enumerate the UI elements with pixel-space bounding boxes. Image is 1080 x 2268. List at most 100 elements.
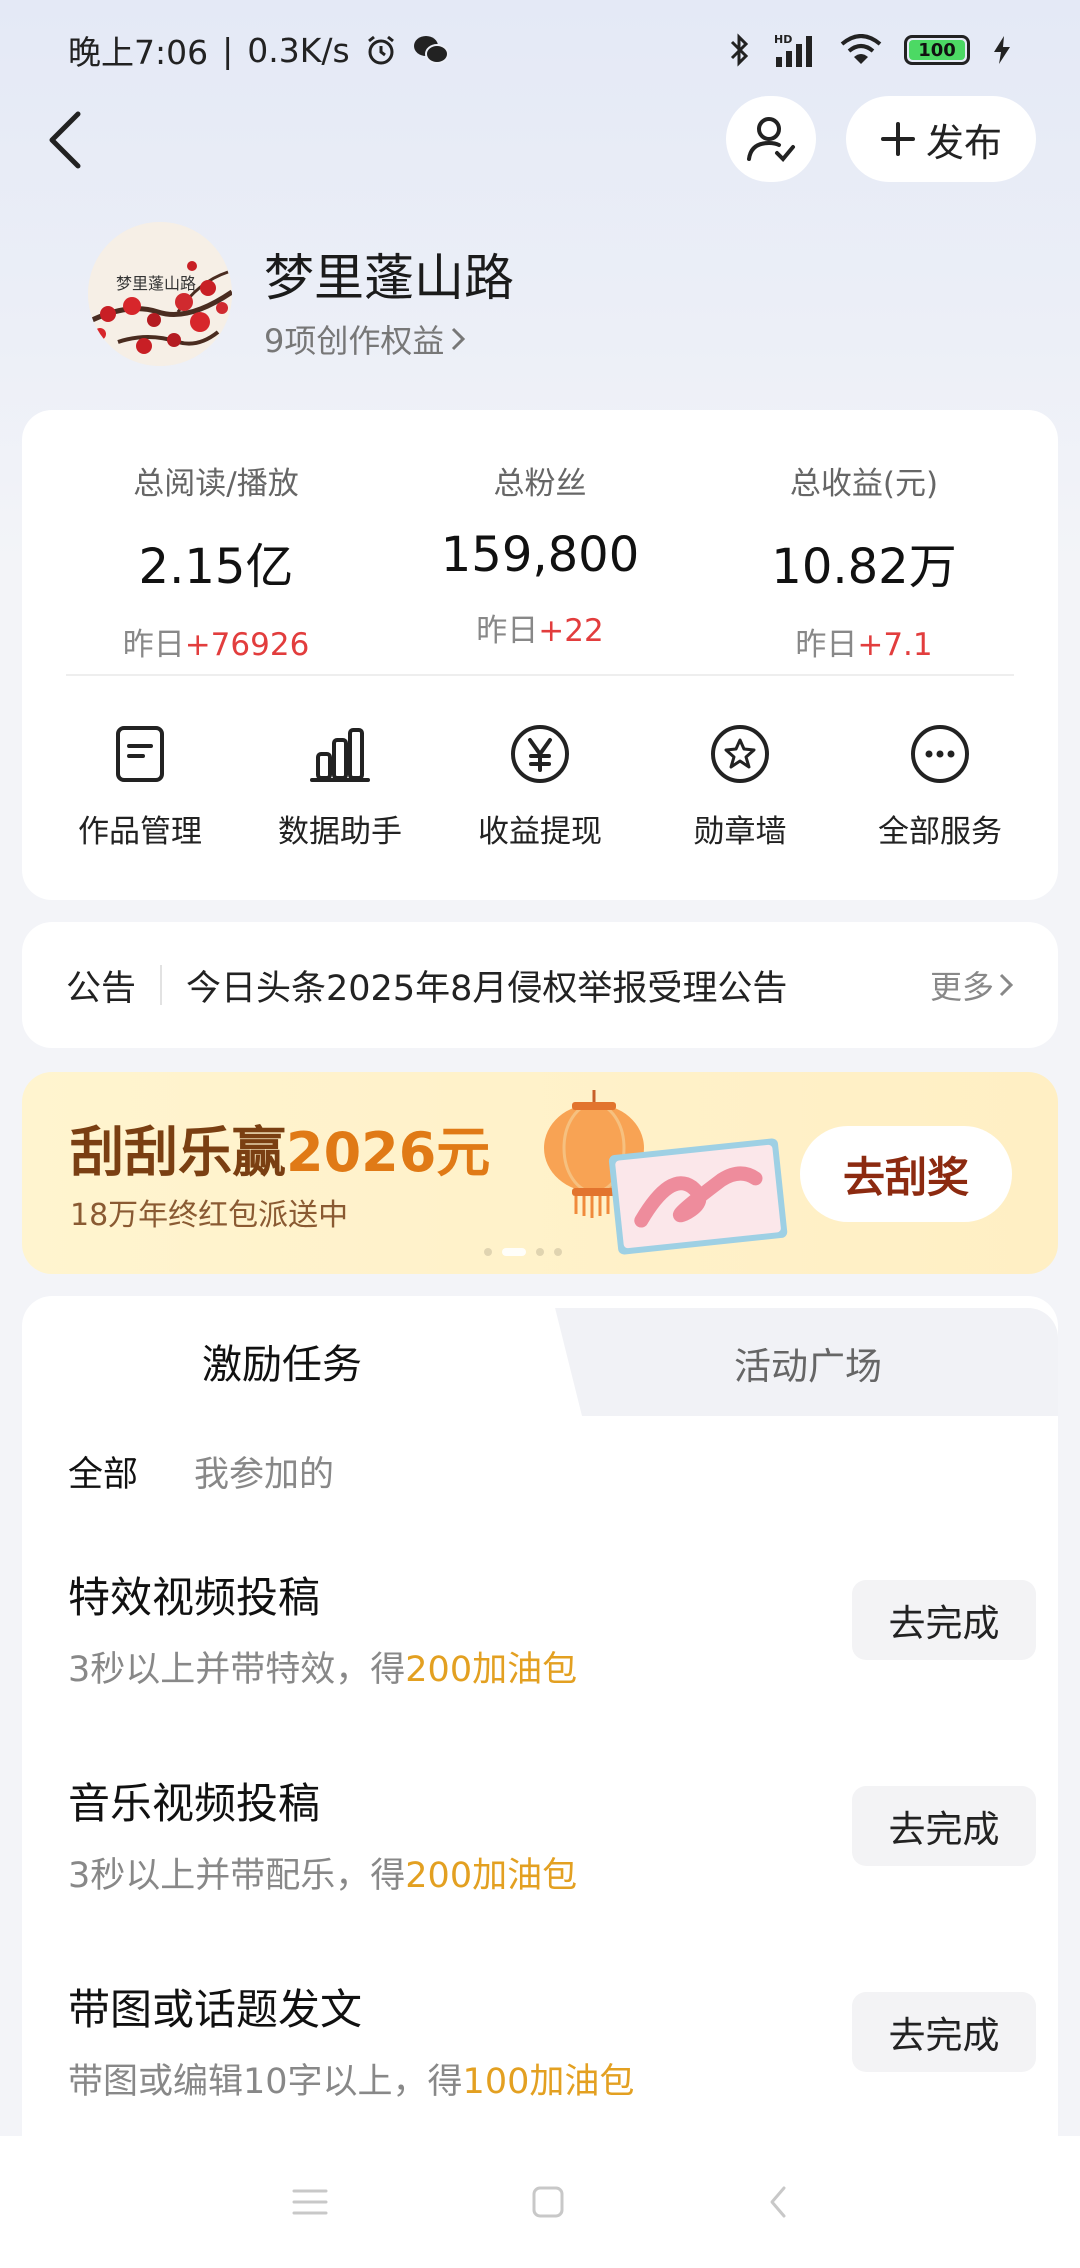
profile-button[interactable] <box>726 96 816 182</box>
stat-delta: 昨日+22 <box>390 605 690 650</box>
stat-value: 159,800 <box>440 527 640 583</box>
back-icon[interactable] <box>766 2184 790 2220</box>
battery-level: 100 <box>909 40 965 61</box>
signal-icon: HD <box>774 33 812 67</box>
yuan-icon <box>511 725 569 783</box>
battery-icon: 100 <box>904 35 970 65</box>
task-item: 带图或话题发文 带图或编辑10字以上，得100加油包 去完成 <box>68 1976 1036 2116</box>
task-complete-button[interactable]: 去完成 <box>852 1992 1036 2072</box>
stat-delta-prefix: 昨日 <box>122 627 185 663</box>
tab-incentive-tasks[interactable]: 激励任务 <box>202 1332 362 1390</box>
service-medal-wall[interactable]: 勋章墙 <box>640 722 840 851</box>
back-button[interactable] <box>42 110 92 170</box>
announcement-bar[interactable]: 公告 今日头条2025年8月侵权举报受理公告 更多 <box>22 922 1058 1048</box>
banner-subtitle: 18万年终红包派送中 <box>70 1198 349 1233</box>
stat-label: 总收益(元) <box>789 466 939 502</box>
publish-button[interactable]: 发布 <box>846 96 1036 182</box>
stat-label: 总粉丝 <box>493 466 587 502</box>
filter-all[interactable]: 全部 <box>68 1446 138 1497</box>
divider <box>160 965 163 1005</box>
announcement-tag: 公告 <box>66 968 137 1009</box>
service-all-services[interactable]: 全部服务 <box>840 722 1040 851</box>
task-item: 音乐视频投稿 3秒以上并带配乐，得200加油包 去完成 <box>68 1770 1036 1910</box>
stat-label: 总阅读/播放 <box>133 466 299 502</box>
username: 梦里蓬山路 <box>264 249 514 307</box>
back-arrow-icon <box>49 111 81 169</box>
divider <box>66 674 1014 676</box>
task-desc-text: 带图或编辑10字以上，得 <box>68 2062 463 2102</box>
service-label: 作品管理 <box>78 814 202 850</box>
benefits-label: 9项创作权益 <box>264 322 445 360</box>
chevron-right-icon <box>999 973 1014 997</box>
task-reward: 100加油包 <box>462 2062 635 2102</box>
creator-benefits-link[interactable]: 9项创作权益 <box>264 316 466 362</box>
plus-icon <box>880 122 915 156</box>
task-complete-button[interactable]: 去完成 <box>852 1580 1036 1660</box>
filter-joined[interactable]: 我参加的 <box>194 1446 334 1497</box>
stat-delta: 昨日+7.1 <box>714 619 1014 664</box>
stat-delta-value: +76926 <box>184 627 310 663</box>
lantern-scratch-card-illustration <box>544 1090 788 1255</box>
service-label: 数据助手 <box>278 814 402 850</box>
home-icon[interactable] <box>530 2184 566 2220</box>
stat-delta-prefix: 昨日 <box>795 627 858 663</box>
stat-value: 10.82万 <box>771 539 957 595</box>
carousel-dot <box>484 1248 492 1256</box>
more-label: 更多 <box>929 968 994 1006</box>
status-time: 晚上7:06 <box>68 33 209 72</box>
task-desc-text: 3秒以上并带特效，得 <box>68 1650 406 1690</box>
document-icon <box>116 726 164 782</box>
service-label: 勋章墙 <box>693 814 787 850</box>
charging-icon <box>994 36 1010 64</box>
stats-card: 总阅读/播放 2.15亿 昨日+76926 总粉丝 159,800 昨日+22 … <box>22 410 1058 900</box>
avatar-text: 梦里蓬山路 <box>116 274 197 293</box>
plum-blossom-avatar <box>88 222 232 366</box>
carousel-indicator <box>484 1248 562 1256</box>
tasks-card: 激励任务 活动广场 全部 我参加的 特效视频投稿 3秒以上并带特效，得200加油… <box>22 1296 1058 2176</box>
svg-text:HD: HD <box>774 33 792 46</box>
carousel-dot-active <box>502 1248 526 1256</box>
stat-total-reads[interactable]: 总阅读/播放 2.15亿 昨日+76926 <box>66 458 366 664</box>
service-works-management[interactable]: 作品管理 <box>40 722 240 851</box>
stat-total-fans[interactable]: 总粉丝 159,800 昨日+22 <box>390 458 690 650</box>
tab-activity-plaza[interactable]: 活动广场 <box>734 1336 882 1390</box>
carousel-dot <box>536 1248 544 1256</box>
task-item: 特效视频投稿 3秒以上并带特效，得200加油包 去完成 <box>68 1564 1036 1704</box>
wechat-icon <box>413 36 449 64</box>
bluetooth-icon <box>730 33 749 67</box>
stat-total-income[interactable]: 总收益(元) 10.82万 昨日+7.1 <box>714 458 1014 664</box>
stat-value: 2.15亿 <box>138 539 294 595</box>
stat-delta-prefix: 昨日 <box>476 613 539 649</box>
medal-icon <box>711 725 769 783</box>
alarm-icon <box>367 35 394 65</box>
task-complete-button[interactable]: 去完成 <box>852 1786 1036 1866</box>
carousel-dot <box>554 1248 562 1256</box>
stat-delta-value: +22 <box>538 613 604 649</box>
top-header: 发布 <box>0 96 1080 186</box>
wifi-icon <box>840 34 882 64</box>
banner-title-amount: 2026元 <box>286 1121 491 1184</box>
service-label: 全部服务 <box>878 814 1002 850</box>
stat-delta: 昨日+76926 <box>66 619 366 664</box>
user-check-icon <box>747 117 795 162</box>
menu-icon[interactable] <box>290 2185 330 2219</box>
status-network-speed: 0.3K/s <box>247 30 350 70</box>
publish-label: 发布 <box>925 120 1002 165</box>
service-data-assistant[interactable]: 数据助手 <box>240 722 440 851</box>
task-filters: 全部 我参加的 <box>68 1446 334 1497</box>
promo-banner[interactable]: 刮刮乐赢2026元 18万年终红包派送中 去刮奖 <box>22 1072 1058 1274</box>
announcement-text[interactable]: 今日头条2025年8月侵权举报受理公告 <box>186 960 930 1011</box>
task-reward: 200加油包 <box>405 1650 578 1690</box>
task-desc-text: 3秒以上并带配乐，得 <box>68 1856 406 1896</box>
chevron-right-icon <box>452 327 466 351</box>
stat-delta-value: +7.1 <box>857 627 933 663</box>
announcement-more-link[interactable]: 更多 <box>930 962 1014 1008</box>
banner-title: 刮刮乐赢2026元 <box>70 1108 490 1187</box>
avatar[interactable]: 梦里蓬山路 <box>88 222 232 366</box>
more-icon <box>911 725 969 783</box>
service-income-withdraw[interactable]: 收益提现 <box>440 722 640 851</box>
scratch-prize-button[interactable]: 去刮奖 <box>800 1126 1012 1222</box>
banner-title-prefix: 刮刮乐赢 <box>70 1121 286 1184</box>
bar-chart-icon <box>310 728 370 782</box>
system-navigation-bar <box>0 2136 1080 2268</box>
